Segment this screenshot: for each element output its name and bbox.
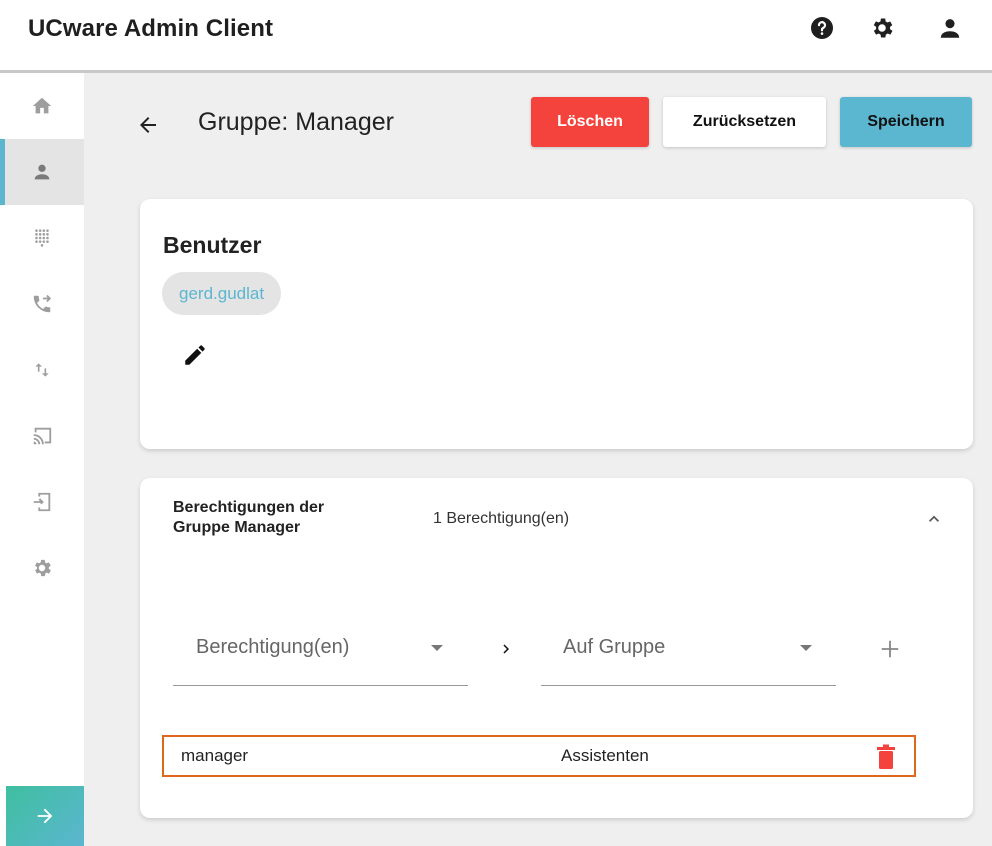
pencil-icon: [185, 345, 205, 365]
arrow-right-icon: [37, 808, 53, 824]
sidebar-item-transfers[interactable]: [0, 337, 84, 403]
chevron-right-icon: [495, 638, 517, 660]
settings-icon[interactable]: [869, 15, 895, 41]
settings-icon: [35, 559, 51, 577]
phone-forward-icon: [33, 294, 52, 313]
permission-row-permission: manager: [181, 746, 249, 765]
back-button[interactable]: [133, 110, 163, 140]
topbar-divider: [0, 70, 992, 73]
plus-icon: [881, 640, 899, 658]
users-card-title: Benutzer: [163, 232, 262, 258]
user-chip[interactable]: gerd.gudlat: [162, 272, 282, 315]
reset-button[interactable]: Zurücksetzen: [663, 97, 826, 147]
page-title: Gruppe: Manager: [198, 108, 394, 136]
home-icon: [32, 97, 52, 114]
sidebar: [0, 73, 84, 846]
group-select-placeholder: Auf Gruppe: [563, 636, 666, 658]
app-title: UCware Admin Client: [28, 15, 274, 42]
arrow-left-icon: [140, 117, 156, 133]
dialpad-icon: [35, 229, 49, 247]
add-permission-button[interactable]: [877, 636, 903, 662]
caret-down-icon: [800, 645, 812, 651]
permissions-card-title: Berechtigungen der Gruppe Manager: [173, 499, 325, 536]
user-icon: [34, 164, 50, 180]
permission-row-group: Assistenten: [561, 746, 649, 765]
sidebar-item-dialpad[interactable]: [0, 205, 84, 271]
sidebar-item-users[interactable]: [0, 139, 84, 205]
sidebar-expand-button[interactable]: [6, 786, 84, 846]
edit-users-button[interactable]: [180, 340, 210, 370]
account-icon[interactable]: [937, 15, 963, 41]
permission-select-placeholder: Berechtigung(en): [196, 636, 350, 658]
swap-vertical-icon: [35, 363, 49, 377]
sidebar-item-devices[interactable]: [0, 403, 84, 469]
sidebar-item-provisioning[interactable]: [0, 469, 84, 535]
cast-icon: [33, 427, 52, 445]
permission-row[interactable]: manager Assistenten: [162, 735, 916, 777]
sidebar-item-home[interactable]: [0, 73, 84, 139]
login-icon: [33, 492, 51, 512]
save-button[interactable]: Speichern: [840, 97, 972, 147]
sidebar-item-settings[interactable]: [0, 535, 84, 601]
sidebar-item-call-forwarding[interactable]: [0, 271, 84, 337]
users-card: Benutzer gerd.gudlat: [140, 199, 973, 449]
caret-down-icon: [431, 645, 443, 651]
help-icon[interactable]: [809, 15, 835, 41]
collapse-button[interactable]: [923, 508, 945, 530]
delete-button[interactable]: Löschen: [531, 97, 649, 147]
top-app-bar: UCware Admin Client: [0, 0, 992, 70]
chevron-up-icon: [929, 515, 939, 522]
delete-permission-button[interactable]: [875, 743, 897, 771]
group-select[interactable]: Auf Gruppe: [541, 618, 836, 686]
permissions-card: Berechtigungen der Gruppe Manager 1 Bere…: [140, 478, 973, 818]
permissions-count: 1 Berechtigung(en): [433, 510, 570, 527]
trash-icon: [877, 744, 895, 769]
permission-select[interactable]: Berechtigung(en): [173, 618, 468, 686]
